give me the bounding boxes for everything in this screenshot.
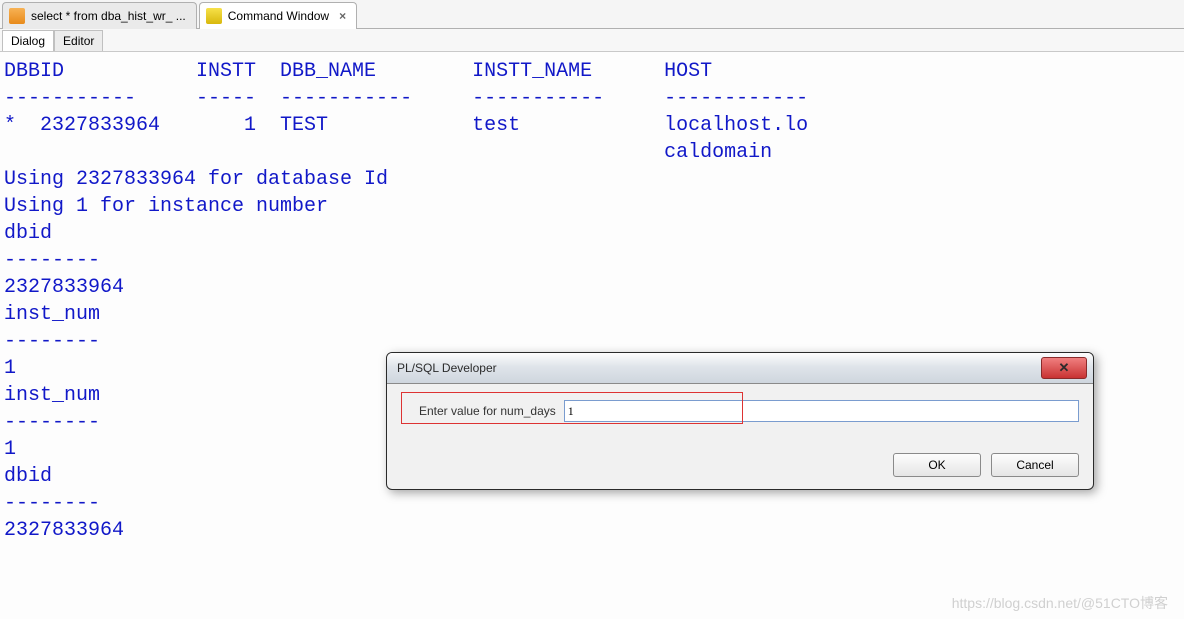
highlight-box: [401, 392, 743, 424]
dialog-close-button[interactable]: ✕: [1041, 357, 1087, 379]
ok-button[interactable]: OK: [893, 453, 981, 477]
command-window-icon: [206, 8, 222, 24]
dialog-body: Enter value for num_days: [387, 384, 1093, 424]
dialog-titlebar[interactable]: PL/SQL Developer ✕: [387, 353, 1093, 384]
tab-cmd-label: Command Window: [228, 9, 329, 23]
input-dialog: PL/SQL Developer ✕ Enter value for num_d…: [386, 352, 1094, 490]
command-subtab-bar: Dialog Editor: [0, 29, 1184, 52]
dialog-button-row: OK Cancel: [893, 453, 1079, 477]
tab-command-window[interactable]: Command Window ×: [199, 2, 357, 29]
dialog-title: PL/SQL Developer: [397, 361, 497, 375]
cancel-button[interactable]: Cancel: [991, 453, 1079, 477]
tab-sql-label: select * from dba_hist_wr_ ...: [31, 9, 186, 23]
tab-sql-query[interactable]: select * from dba_hist_wr_ ...: [2, 2, 197, 29]
close-icon: ✕: [1059, 360, 1070, 376]
watermark: https://blog.csdn.net/@51CTO博客: [952, 593, 1168, 613]
editor-tab-bar: select * from dba_hist_wr_ ... Command W…: [0, 0, 1184, 29]
close-icon[interactable]: ×: [339, 9, 346, 23]
subtab-editor[interactable]: Editor: [54, 30, 103, 51]
subtab-dialog[interactable]: Dialog: [2, 30, 54, 51]
sql-icon: [9, 8, 25, 24]
